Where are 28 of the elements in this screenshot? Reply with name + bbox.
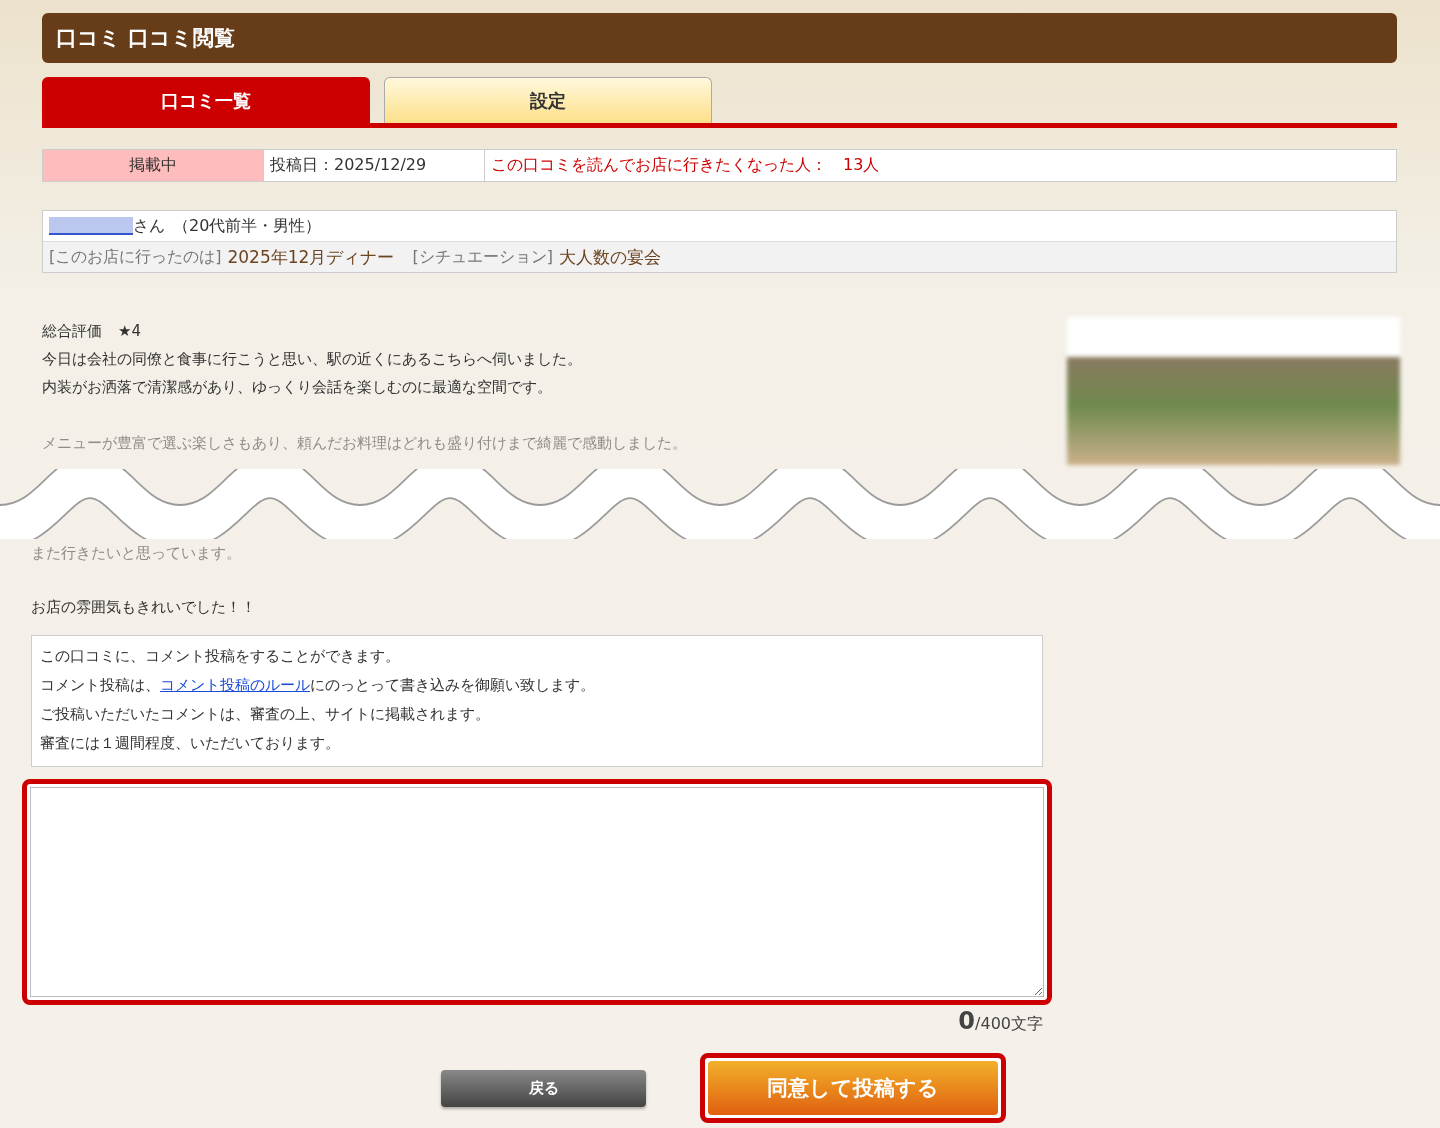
char-limit: /400文字 bbox=[975, 1014, 1043, 1033]
situation-label: [シチュエーション] bbox=[412, 246, 553, 268]
notice-text: 審査には１週間程度、いただいております。 bbox=[40, 733, 341, 754]
visit-value: 2025年12月ディナー bbox=[227, 245, 395, 269]
tab[interactable]: 設定 bbox=[384, 77, 712, 123]
rules-link[interactable]: コメント投稿のルール bbox=[160, 676, 310, 694]
notice-text: この口コミに、コメント投稿をすることができます。 bbox=[40, 646, 401, 667]
status-cell: 掲載中 bbox=[43, 150, 264, 181]
helpful-count: 13人 bbox=[843, 155, 880, 176]
page-title: 口コミ 口コミ閲覧 bbox=[56, 25, 236, 52]
back-button[interactable]: 戻る bbox=[441, 1069, 646, 1107]
situation-value: 大人数の宴会 bbox=[558, 245, 661, 269]
tab[interactable]: 口コミ一覧 bbox=[42, 77, 370, 123]
review-text: お店の雰囲気もきれいでした！！ bbox=[31, 597, 257, 618]
reviewer-suffix: さん bbox=[133, 215, 165, 237]
visit-label: [このお店に行ったのは] bbox=[49, 246, 222, 268]
faded-review-text: メニューが豊富で選ぶ楽しさもあり、頼んだお料理はどれも盛り付けまで綺麗で感動しました。 bbox=[42, 433, 687, 454]
review-text: 内装がお洒落で清潔感があり、ゆっくり会話を楽しむのに最適な空間です。 bbox=[42, 377, 553, 398]
review-text: 今日は会社の同僚と食事に行こうと思い、駅の近くにあるこちらへ伺いました。 bbox=[42, 349, 583, 370]
notice-text: ご投稿いただいたコメントは、審査の上、サイトに掲載されます。 bbox=[40, 704, 491, 725]
rating-value: ★4 bbox=[118, 322, 141, 340]
char-count: 0 bbox=[958, 1007, 976, 1035]
rating-label: 総合評価 bbox=[42, 322, 102, 340]
helpful-label: この口コミを読んでお店に行きたくなった人： bbox=[491, 155, 827, 176]
faded-review-text: また行きたいと思っています。 bbox=[31, 543, 242, 564]
posted-date-cell: 投稿日：2025/12/29 bbox=[264, 150, 485, 181]
reviewer-profile: （20代前半・男性） bbox=[173, 215, 322, 237]
notice-text: コメント投稿は、コメント投稿のルールにのっとって書き込みを御願い致します。 bbox=[40, 675, 596, 696]
